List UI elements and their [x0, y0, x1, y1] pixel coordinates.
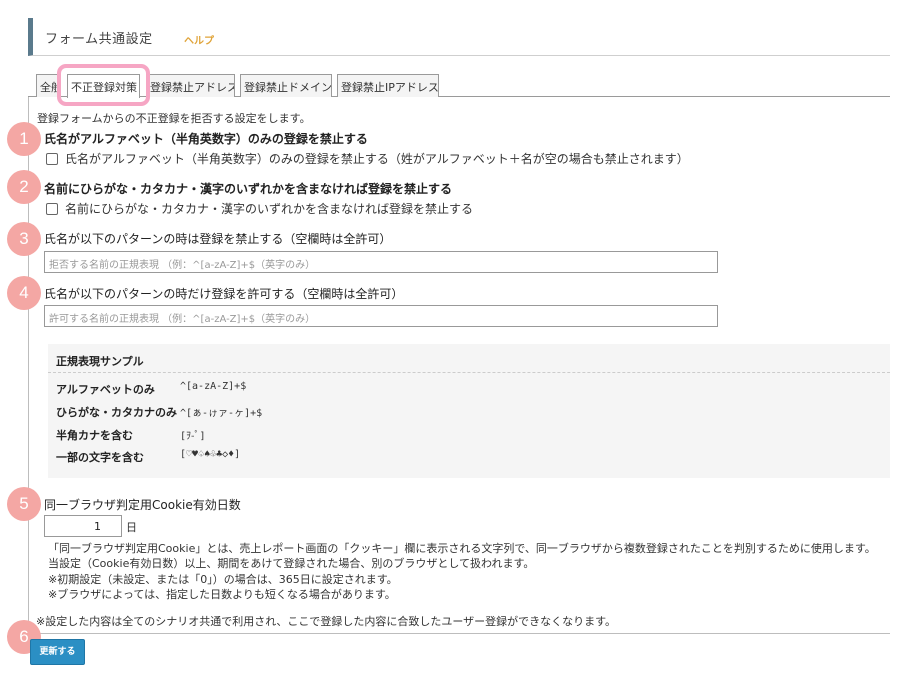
sample-label: アルファベットのみ — [56, 383, 155, 396]
tab-blocked-ips[interactable]: 登録禁止IPアドレス — [337, 74, 439, 97]
section-1-option[interactable]: 氏名がアルファベット（半角英数字）のみの登録を禁止する（姓がアルファベット＋名が… — [46, 150, 689, 167]
intro-text: 登録フォームからの不正登録を拒否する設定をします。 — [37, 112, 311, 125]
allow-pattern-input[interactable]: 許可する名前の正規表現 （例：^[a-zA-Z]+$（英字のみ） — [44, 305, 718, 327]
sample-value: [♡♥♤♠♧♣◇♦] — [180, 449, 241, 460]
footer-note: ※設定した内容は全てのシナリオ共通で利用され、ここで登録した内容に合致したユーザ… — [36, 615, 617, 628]
regex-sample-title: 正規表現サンプル — [56, 355, 144, 368]
sample-label: ひらがな・カタカナのみ — [56, 406, 177, 419]
sample-value: [ｦ-ﾟ] — [180, 431, 206, 442]
section-5-title: 同一ブラウザ判定用Cookie有効日数 — [44, 498, 241, 512]
cookie-note: 当設定（Cookie有効日数）以上、期間をあけて登録された場合、別のブラウザとし… — [48, 557, 535, 570]
step-badge-3: 3 — [7, 222, 41, 256]
section-4-title: 氏名が以下のパターンの時だけ登録を許可する（空欄時は全許可） — [44, 287, 404, 301]
help-link[interactable]: ヘルプ — [184, 32, 214, 47]
sample-value: ^[a-zA-Z]+$ — [180, 381, 247, 392]
sample-label: 半角カナを含む — [56, 429, 133, 442]
step-badge-2: 2 — [7, 170, 41, 204]
footer-divider — [28, 633, 890, 634]
cookie-note: 「同一ブラウザ判定用Cookie」とは、売上レポート画面の「クッキー」欄に表示さ… — [48, 542, 876, 555]
section-2-checkbox-label: 名前にひらがな・カタカナ・漢字のいずれかを含まなければ登録を禁止する — [65, 202, 474, 216]
regex-sample-box: 正規表現サンプル アルファベットのみ ^[a-zA-Z]+$ ひらがな・カタカナ… — [48, 344, 890, 478]
kana-kanji-required-checkbox[interactable] — [46, 202, 58, 215]
section-1-title: 氏名がアルファベット（半角英数字）のみの登録を禁止する — [44, 132, 368, 146]
sample-label: 一部の文字を含む — [56, 451, 144, 464]
step-badge-1: 1 — [7, 122, 41, 156]
tab-blocked-domains[interactable]: 登録禁止ドメイン — [240, 74, 332, 97]
cookie-days-unit: 日 — [126, 521, 137, 534]
cookie-days-input[interactable]: 1 — [44, 515, 122, 537]
update-button[interactable]: 更新する — [30, 639, 85, 665]
deny-pattern-input[interactable]: 拒否する名前の正規表現 （例：^[a-zA-Z]+$（英字のみ） — [44, 251, 718, 273]
step-badge-5: 5 — [7, 487, 41, 521]
cookie-note: ※ブラウザによっては、指定した日数よりも短くなる場合があります。 — [48, 588, 396, 601]
section-2-title: 名前にひらがな・カタカナ・漢字のいずれかを含まなければ登録を禁止する — [44, 182, 453, 196]
page-header: フォーム共通設定 ヘルプ — [28, 18, 890, 56]
section-3-title: 氏名が以下のパターンの時は登録を禁止する（空欄時は全許可） — [44, 232, 392, 246]
sample-divider — [48, 372, 890, 373]
tab-blocked-addresses[interactable]: 登録禁止アドレス — [146, 74, 235, 97]
alphabet-only-checkbox[interactable] — [46, 152, 58, 165]
section-1-checkbox-label: 氏名がアルファベット（半角英数字）のみの登録を禁止する（姓がアルファベット＋名が… — [65, 152, 689, 166]
sample-value: ^[ぁ-ゖァ-ヶ]+$ — [180, 408, 263, 419]
step-badge-4: 4 — [7, 276, 41, 310]
section-2-option[interactable]: 名前にひらがな・カタカナ・漢字のいずれかを含まなければ登録を禁止する — [46, 200, 473, 217]
page-title: フォーム共通設定 — [45, 32, 153, 47]
cookie-note: ※初期設定（未設定、または「0」）の場合は、365日に設定されます。 — [48, 573, 398, 586]
